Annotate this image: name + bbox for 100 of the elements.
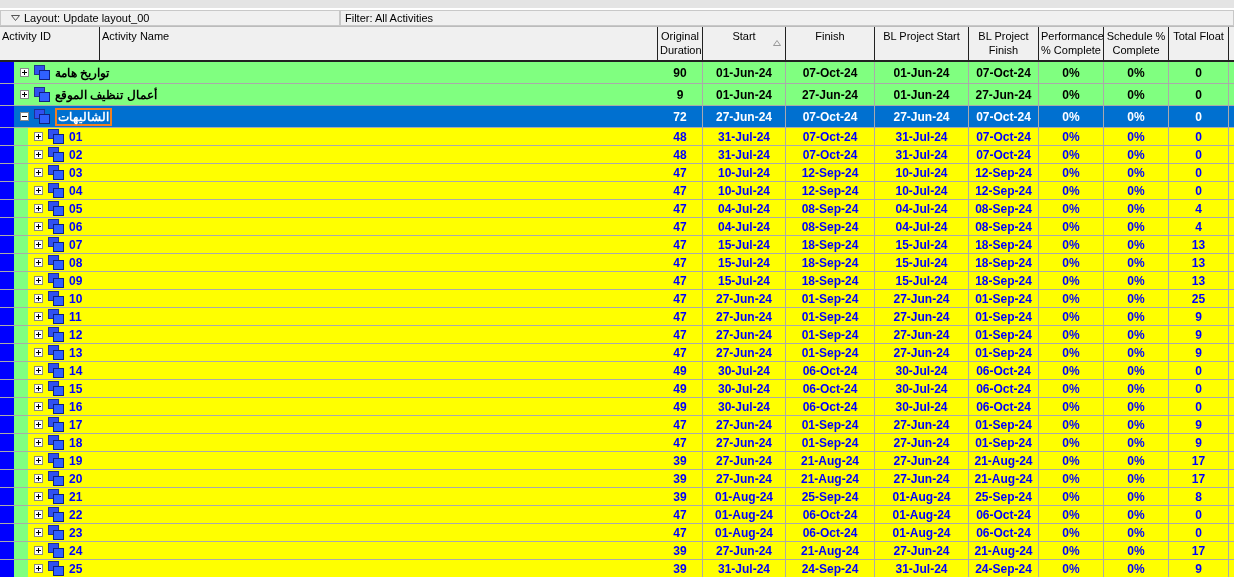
expand-icon[interactable]	[34, 132, 43, 141]
expand-icon[interactable]	[34, 150, 43, 159]
table-row[interactable]: 24 39 27-Jun-24 21-Aug-24 27-Jun-24 21-Aug-24 0% 0% 17	[0, 542, 1234, 560]
expand-icon[interactable]	[34, 492, 43, 501]
column-header[interactable]: Schedule % Complete	[1104, 27, 1169, 60]
level-band	[0, 254, 14, 271]
table-row[interactable]: 10 47 27-Jun-24 01-Sep-24 27-Jun-24 01-Sep-24 0% 0% 25	[0, 290, 1234, 308]
table-row[interactable]: 23 47 01-Aug-24 06-Oct-24 01-Aug-24 06-Oct-24 0% 0% 0	[0, 524, 1234, 542]
level-band	[14, 254, 28, 271]
table-cell: 30-Jul-24	[875, 380, 969, 397]
column-header[interactable]: Activity ID	[0, 27, 100, 60]
table-cell: 10-Jul-24	[703, 182, 786, 199]
expand-icon[interactable]	[34, 330, 43, 339]
table-cell: 21-Aug-24	[786, 542, 875, 559]
activity-name: 20	[69, 471, 83, 486]
table-cell: 01-Aug-24	[703, 488, 786, 505]
column-header[interactable]: Original Duration	[658, 27, 703, 60]
table-cell: 21-Aug-24	[786, 452, 875, 469]
expand-icon[interactable]	[34, 276, 43, 285]
expand-icon[interactable]	[34, 348, 43, 357]
table-cell: 47	[658, 218, 703, 235]
table-row[interactable]: 07 47 15-Jul-24 18-Sep-24 15-Jul-24 18-Sep-24 0% 0% 13	[0, 236, 1234, 254]
table-cell: 31-Jul-24	[875, 146, 969, 163]
expand-icon[interactable]	[34, 528, 43, 537]
column-header[interactable]: Performance % Complete	[1039, 27, 1104, 60]
expand-icon[interactable]	[34, 456, 43, 465]
table-cell: 0%	[1104, 308, 1169, 325]
collapse-icon[interactable]	[20, 112, 29, 121]
table-row[interactable]: 21 39 01-Aug-24 25-Sep-24 01-Aug-24 25-Sep-24 0% 0% 8	[0, 488, 1234, 506]
level-band	[14, 200, 28, 217]
table-row[interactable]: 25 39 31-Jul-24 24-Sep-24 31-Jul-24 24-Sep-24 0% 0% 9	[0, 560, 1234, 577]
expand-icon[interactable]	[34, 366, 43, 375]
activity-name: 21	[69, 489, 83, 504]
table-cell: 0%	[1104, 182, 1169, 199]
expand-icon[interactable]	[20, 90, 29, 99]
column-header[interactable]: Activity Name	[100, 27, 658, 60]
table-cell: 9	[1169, 416, 1229, 433]
table-row[interactable]: 14 49 30-Jul-24 06-Oct-24 30-Jul-24 06-Oct-24 0% 0% 0	[0, 362, 1234, 380]
expand-icon[interactable]	[34, 474, 43, 483]
table-cell: 18-Sep-24	[969, 236, 1039, 253]
table-row[interactable]: 04 47 10-Jul-24 12-Sep-24 10-Jul-24 12-Sep-24 0% 0% 0	[0, 182, 1234, 200]
table-row[interactable]: 17 47 27-Jun-24 01-Sep-24 27-Jun-24 01-Sep-24 0% 0% 9	[0, 416, 1234, 434]
table-row[interactable]: 02 48 31-Jul-24 07-Oct-24 31-Jul-24 07-Oct-24 0% 0% 0	[0, 146, 1234, 164]
table-cell: 0%	[1104, 416, 1169, 433]
expand-icon[interactable]	[34, 222, 43, 231]
layout-selector[interactable]: Layout: Update layout_00	[0, 10, 340, 26]
expand-icon[interactable]	[34, 294, 43, 303]
column-header[interactable]: Finish	[786, 27, 875, 60]
expand-icon[interactable]	[20, 68, 29, 77]
expand-icon[interactable]	[34, 546, 43, 555]
expand-icon[interactable]	[34, 438, 43, 447]
column-header[interactable]: Start	[703, 27, 786, 60]
table-row[interactable]: 11 47 27-Jun-24 01-Sep-24 27-Jun-24 01-Sep-24 0% 0% 9	[0, 308, 1234, 326]
table-cell: 01-Sep-24	[786, 344, 875, 361]
expand-icon[interactable]	[34, 402, 43, 411]
expand-icon[interactable]	[34, 510, 43, 519]
level-band	[0, 218, 14, 235]
level-band	[14, 128, 28, 145]
table-row[interactable]: 03 47 10-Jul-24 12-Sep-24 10-Jul-24 12-Sep-24 0% 0% 0	[0, 164, 1234, 182]
table-row[interactable]: 12 47 27-Jun-24 01-Sep-24 27-Jun-24 01-Sep-24 0% 0% 9	[0, 326, 1234, 344]
table-row[interactable]: 16 49 30-Jul-24 06-Oct-24 30-Jul-24 06-Oct-24 0% 0% 0	[0, 398, 1234, 416]
table-row[interactable]: 19 39 27-Jun-24 21-Aug-24 27-Jun-24 21-Aug-24 0% 0% 17	[0, 452, 1234, 470]
expand-icon[interactable]	[34, 240, 43, 249]
expand-icon[interactable]	[34, 564, 43, 573]
table-cell: 47	[658, 272, 703, 289]
column-header[interactable]: BL Project Finish	[969, 27, 1039, 60]
activity-name: 22	[69, 507, 83, 522]
expand-icon[interactable]	[34, 312, 43, 321]
column-header[interactable]: Total Float	[1169, 27, 1229, 60]
expand-icon[interactable]	[34, 258, 43, 267]
expand-icon[interactable]	[34, 420, 43, 429]
filter-label[interactable]: Filter: All Activities	[340, 10, 1234, 26]
column-header[interactable]: BL Project Start	[875, 27, 969, 60]
table-row[interactable]: 06 47 04-Jul-24 08-Sep-24 04-Jul-24 08-Sep-24 0% 0% 4	[0, 218, 1234, 236]
expand-icon[interactable]	[34, 168, 43, 177]
expand-icon[interactable]	[34, 204, 43, 213]
table-cell: 31-Jul-24	[875, 560, 969, 577]
name-edit-field[interactable]: الشاليهات	[55, 107, 112, 126]
table-cell: 0%	[1039, 308, 1104, 325]
expand-icon[interactable]	[34, 384, 43, 393]
table-cell: 07-Oct-24	[969, 146, 1039, 163]
level-band	[0, 308, 14, 325]
table-row[interactable]: 05 47 04-Jul-24 08-Sep-24 04-Jul-24 08-Sep-24 0% 0% 4	[0, 200, 1234, 218]
table-cell: 01-Sep-24	[786, 326, 875, 343]
table-cell: 25-Sep-24	[969, 488, 1039, 505]
table-cell: 0%	[1039, 380, 1104, 397]
table-row[interactable]: 20 39 27-Jun-24 21-Aug-24 27-Jun-24 21-Aug-24 0% 0% 17	[0, 470, 1234, 488]
table-row[interactable]: 13 47 27-Jun-24 01-Sep-24 27-Jun-24 01-Sep-24 0% 0% 9	[0, 344, 1234, 362]
table-row[interactable]: 18 47 27-Jun-24 01-Sep-24 27-Jun-24 01-Sep-24 0% 0% 9	[0, 434, 1234, 452]
expand-icon[interactable]	[34, 186, 43, 195]
table-row[interactable]: 01 48 31-Jul-24 07-Oct-24 31-Jul-24 07-Oct-24 0% 0% 0	[0, 128, 1234, 146]
table-row[interactable]: 09 47 15-Jul-24 18-Sep-24 15-Jul-24 18-Sep-24 0% 0% 13	[0, 272, 1234, 290]
table-row[interactable]: 15 49 30-Jul-24 06-Oct-24 30-Jul-24 06-Oct-24 0% 0% 0	[0, 380, 1234, 398]
table-row[interactable]: 08 47 15-Jul-24 18-Sep-24 15-Jul-24 18-Sep-24 0% 0% 13	[0, 254, 1234, 272]
layout-label: Layout: Update layout_00	[24, 12, 150, 24]
table-cell: 47	[658, 254, 703, 271]
table-cell: 0	[1169, 106, 1229, 127]
level-band	[14, 452, 28, 469]
table-row[interactable]: 22 47 01-Aug-24 06-Oct-24 01-Aug-24 06-Oct-24 0% 0% 0	[0, 506, 1234, 524]
activity-name: 11	[69, 309, 82, 324]
